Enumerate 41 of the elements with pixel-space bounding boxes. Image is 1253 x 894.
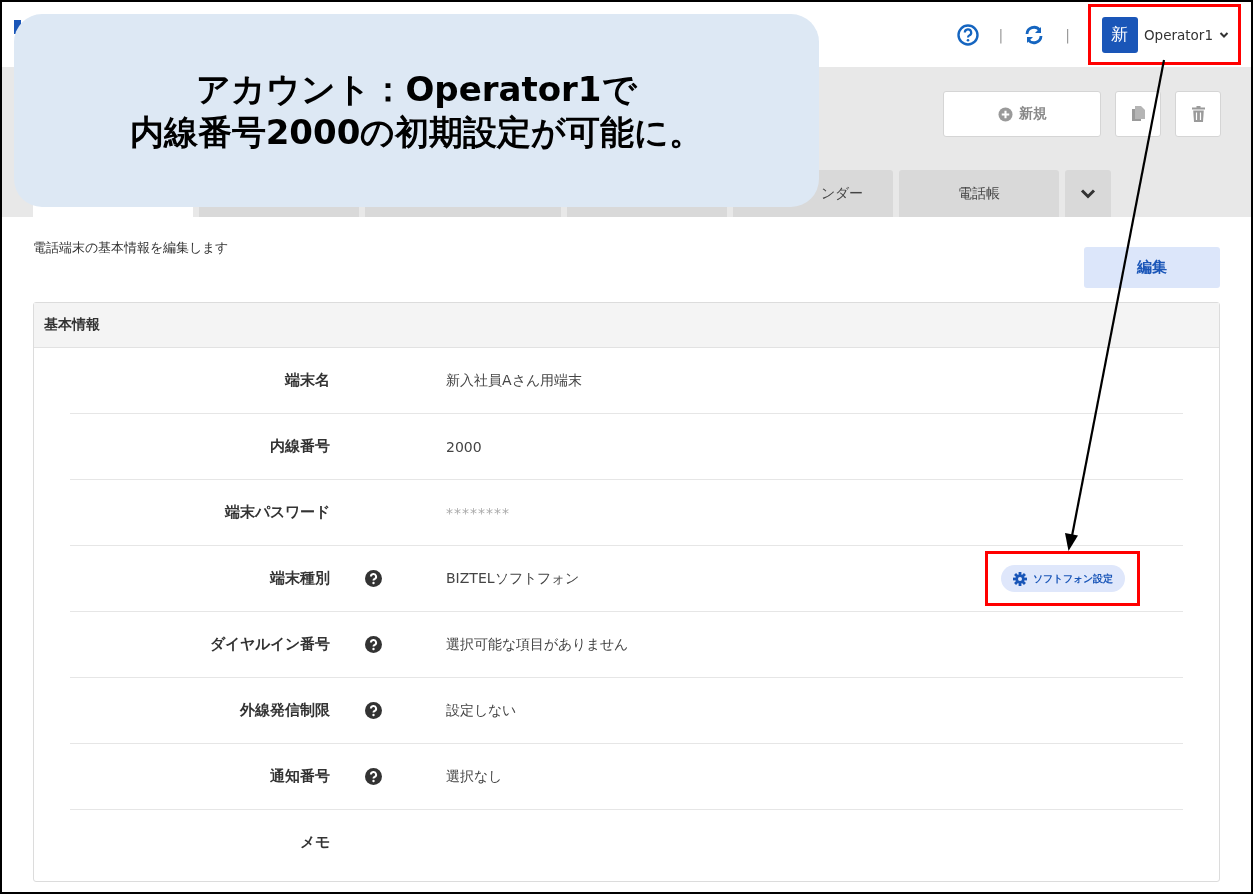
edit-button[interactable]: 編集 xyxy=(1084,247,1220,288)
field-label: 通知番号 xyxy=(269,767,330,786)
help-icon[interactable] xyxy=(956,23,979,46)
separator: | xyxy=(998,26,1004,43)
field-label: 端末パスワード xyxy=(223,503,330,522)
help-icon[interactable] xyxy=(365,768,382,785)
plus-circle-icon xyxy=(997,106,1013,122)
chevron-down-icon xyxy=(1080,188,1096,199)
description-text: 電話端末の基本情報を編集します xyxy=(33,239,228,257)
softphone-settings-button[interactable]: ソフトフォン設定 xyxy=(1001,565,1125,592)
field-value: 選択なし xyxy=(446,767,502,786)
more-tabs-button[interactable] xyxy=(1065,170,1111,217)
field-label: 外線発信制限 xyxy=(239,701,330,720)
user-name[interactable]: Operator1 xyxy=(1143,26,1213,43)
callout-text: アカウント：Operator1で xyxy=(196,68,637,111)
new-button[interactable]: 新規 xyxy=(943,91,1101,137)
trash-icon xyxy=(1191,106,1205,122)
tab[interactable]: 電話帳 xyxy=(899,170,1059,217)
copy-button[interactable] xyxy=(1115,91,1161,137)
gear-icon xyxy=(1013,571,1027,586)
field-value: 設定しない xyxy=(446,701,516,720)
field-value: 2000 xyxy=(446,438,482,455)
delete-button[interactable] xyxy=(1175,91,1221,137)
field-label: 端末種別 xyxy=(268,569,330,588)
field-value: BIZTELソフトフォン xyxy=(446,569,579,588)
help-icon[interactable] xyxy=(365,702,382,719)
section-title: 基本情報 xyxy=(44,316,100,334)
field-label: ダイヤルイン番号 xyxy=(209,635,330,654)
field-value: 新入社員Aさん用端末 xyxy=(446,371,582,390)
field-label: 端末名 xyxy=(283,371,330,390)
chevron-down-icon[interactable] xyxy=(1219,30,1229,39)
field-label: メモ xyxy=(299,833,330,852)
help-icon[interactable] xyxy=(365,570,382,587)
field-value: ******** xyxy=(446,504,510,521)
separator: | xyxy=(1065,26,1070,43)
callout-text: 内線番号2000の初期設定が可能に。 xyxy=(129,110,704,153)
copy-icon xyxy=(1131,106,1145,122)
field-label: 内線番号 xyxy=(269,437,330,456)
help-icon[interactable] xyxy=(365,636,382,653)
user-avatar[interactable]: 新 xyxy=(1101,16,1138,53)
field-value: 選択可能な項目がありません xyxy=(446,635,628,654)
